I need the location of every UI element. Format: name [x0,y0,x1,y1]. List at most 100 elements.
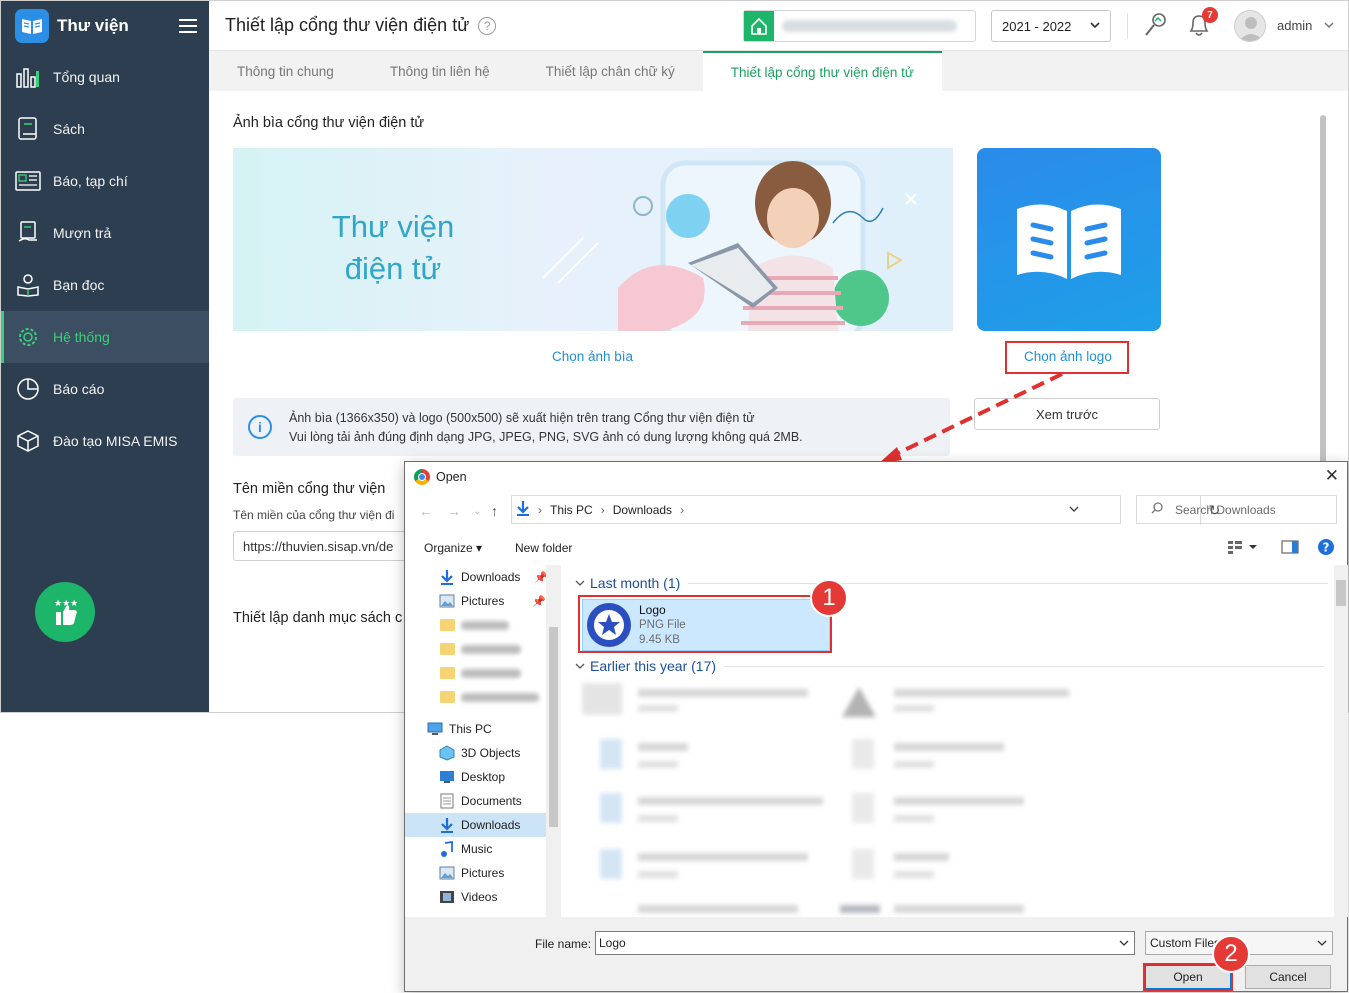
quick-access-downloads[interactable]: Downloads 📌 [405,565,561,589]
nav-label: Videos [461,890,498,904]
breadcrumb-separator: › [538,502,542,517]
chevron-down-icon[interactable] [1323,18,1335,36]
sidebar: Thư viện Tổng quan Sách Báo, tạp chí Mượ… [1,1,209,712]
chevron-down-icon[interactable] [1118,937,1130,952]
address-bar[interactable]: › This PC › Downloads › ↻ [511,495,1220,525]
sidebar-item-training[interactable]: Đào tạo MISA EMIS [1,415,209,467]
catalog-section-title: Thiết lập danh mục sách c [233,610,403,626]
pointer-arrow [878,372,1063,464]
group-earlier-this-year[interactable]: Earlier this year (17) [574,658,1325,674]
tab-signature-settings[interactable]: Thiết lập chân chữ ký [518,51,703,91]
cover-title-line2: điện tử [344,251,442,286]
school-name-blurred [782,20,957,32]
sidebar-item-label: Sách [53,121,85,137]
nav-videos[interactable]: Videos [405,885,561,909]
up-arrow-icon[interactable]: ↑ [491,503,498,519]
school-year-value: 2021 - 2022 [1002,18,1072,34]
folder-icon [439,619,455,631]
brand: Thư viện [1,1,209,51]
blurred-file-list [582,683,1322,917]
pictures-icon [439,865,455,881]
cancel-button[interactable]: Cancel [1245,965,1331,989]
file-name-value: Logo [599,936,626,950]
download-arrow-icon [516,500,530,519]
breadcrumb-this-pc[interactable]: This PC [550,503,593,517]
avatar[interactable] [1234,10,1266,42]
view-options-icon[interactable] [1227,539,1257,558]
nav-label: Desktop [461,770,506,784]
nav-label: Pictures [461,594,505,608]
quick-access-folder[interactable] [405,661,561,685]
hamburger-menu-icon[interactable] [179,15,197,37]
sidebar-item-magazines[interactable]: Báo, tạp chí [1,155,209,207]
tab-contact-info[interactable]: Thông tin liên hệ [362,51,518,91]
info-icon: i [248,415,272,439]
back-arrow-icon[interactable]: ← [419,503,433,519]
breadcrumb-separator: › [600,502,605,517]
reader-icon [15,272,41,298]
desktop-icon [439,769,455,785]
quick-access-folder[interactable] [405,613,561,637]
nav-3d-objects[interactable]: 3D Objects [405,741,561,765]
nav-documents[interactable]: Documents [405,789,561,813]
file-pane-scrollbar[interactable] [1334,565,1348,917]
pictures-icon [439,593,455,609]
user-name[interactable]: admin [1277,18,1312,33]
forward-arrow-icon[interactable]: → [447,503,461,519]
choose-cover-link[interactable]: Chọn ảnh bìa [552,349,633,364]
school-selector[interactable] [743,10,976,42]
help-icon[interactable]: ? [478,16,497,35]
new-folder-button[interactable]: New folder [515,541,572,555]
close-icon[interactable]: ✕ [1325,466,1339,486]
search-tool-icon[interactable] [1143,11,1169,44]
quick-access-folder[interactable] [405,637,561,661]
info-box: i Ảnh bìa (1366x350) và logo (500x500) s… [233,398,950,456]
feedback-like-button[interactable]: ★★★ [35,582,95,642]
nav-label: Pictures [461,866,505,880]
download-arrow-icon [439,569,455,585]
main-scrollbar[interactable] [1320,115,1326,515]
recent-chevron-icon[interactable]: ⌄ [473,506,481,517]
tab-portal-settings[interactable]: Thiết lập cổng thư viện điện tử [702,51,942,91]
3d-objects-icon [439,745,455,761]
quick-access-folder[interactable] [405,685,561,709]
sidebar-item-system[interactable]: Hệ thống [1,311,209,363]
sidebar-item-overview[interactable]: Tổng quan [1,51,209,103]
domain-url-input[interactable]: https://thuvien.sisap.vn/de [233,531,413,561]
organize-menu[interactable]: Organize ▾ [424,541,482,555]
nav-music[interactable]: Music [405,837,561,861]
quick-access-pictures[interactable]: Pictures 📌 [405,589,561,613]
cover-title-line1: Thư viện [331,209,455,244]
school-year-select[interactable]: 2021 - 2022 [991,10,1111,42]
nav-pane-scroll-thumb[interactable] [549,627,558,827]
info-line-2: Vui lòng tải ảnh đúng định dạng JPG, JPE… [289,430,803,444]
nav-label: Music [461,842,493,856]
preview-pane-icon[interactable] [1281,539,1299,558]
nav-this-pc[interactable]: This PC [405,717,561,741]
nav-pictures[interactable]: Pictures [405,861,561,885]
nav-downloads[interactable]: Downloads [405,813,561,837]
file-name-input[interactable]: Logo [595,931,1135,955]
group-last-month[interactable]: Last month (1) [574,575,1329,591]
file-pane-scroll-thumb[interactable] [1336,580,1346,606]
chevron-down-icon [1089,19,1101,34]
dialog-footer: File name: Logo Custom Files Open Cancel [405,917,1347,991]
sidebar-item-reports[interactable]: Báo cáo [1,363,209,415]
help-icon[interactable]: ? [1317,538,1335,559]
breadcrumb-downloads[interactable]: Downloads [613,503,672,517]
search-downloads-input[interactable]: Search Downloads [1136,495,1337,524]
sidebar-item-readers[interactable]: Bạn đọc [1,259,209,311]
search-icon [1151,502,1163,517]
chevron-down-icon[interactable] [1068,503,1080,518]
organize-label: Organize [424,541,473,555]
sidebar-item-borrow[interactable]: Mượn trả [1,207,209,259]
group-label: Earlier this year (17) [590,658,717,674]
choose-logo-link[interactable]: Chọn ảnh logo [1024,349,1112,364]
dialog-title: Open [436,470,467,484]
breadcrumb-separator: › [680,502,685,517]
cube-icon [15,428,41,454]
sidebar-item-books[interactable]: Sách [1,103,209,155]
blurred-folder-name [461,668,521,678]
tab-general-info[interactable]: Thông tin chung [209,51,362,91]
nav-desktop[interactable]: Desktop [405,765,561,789]
